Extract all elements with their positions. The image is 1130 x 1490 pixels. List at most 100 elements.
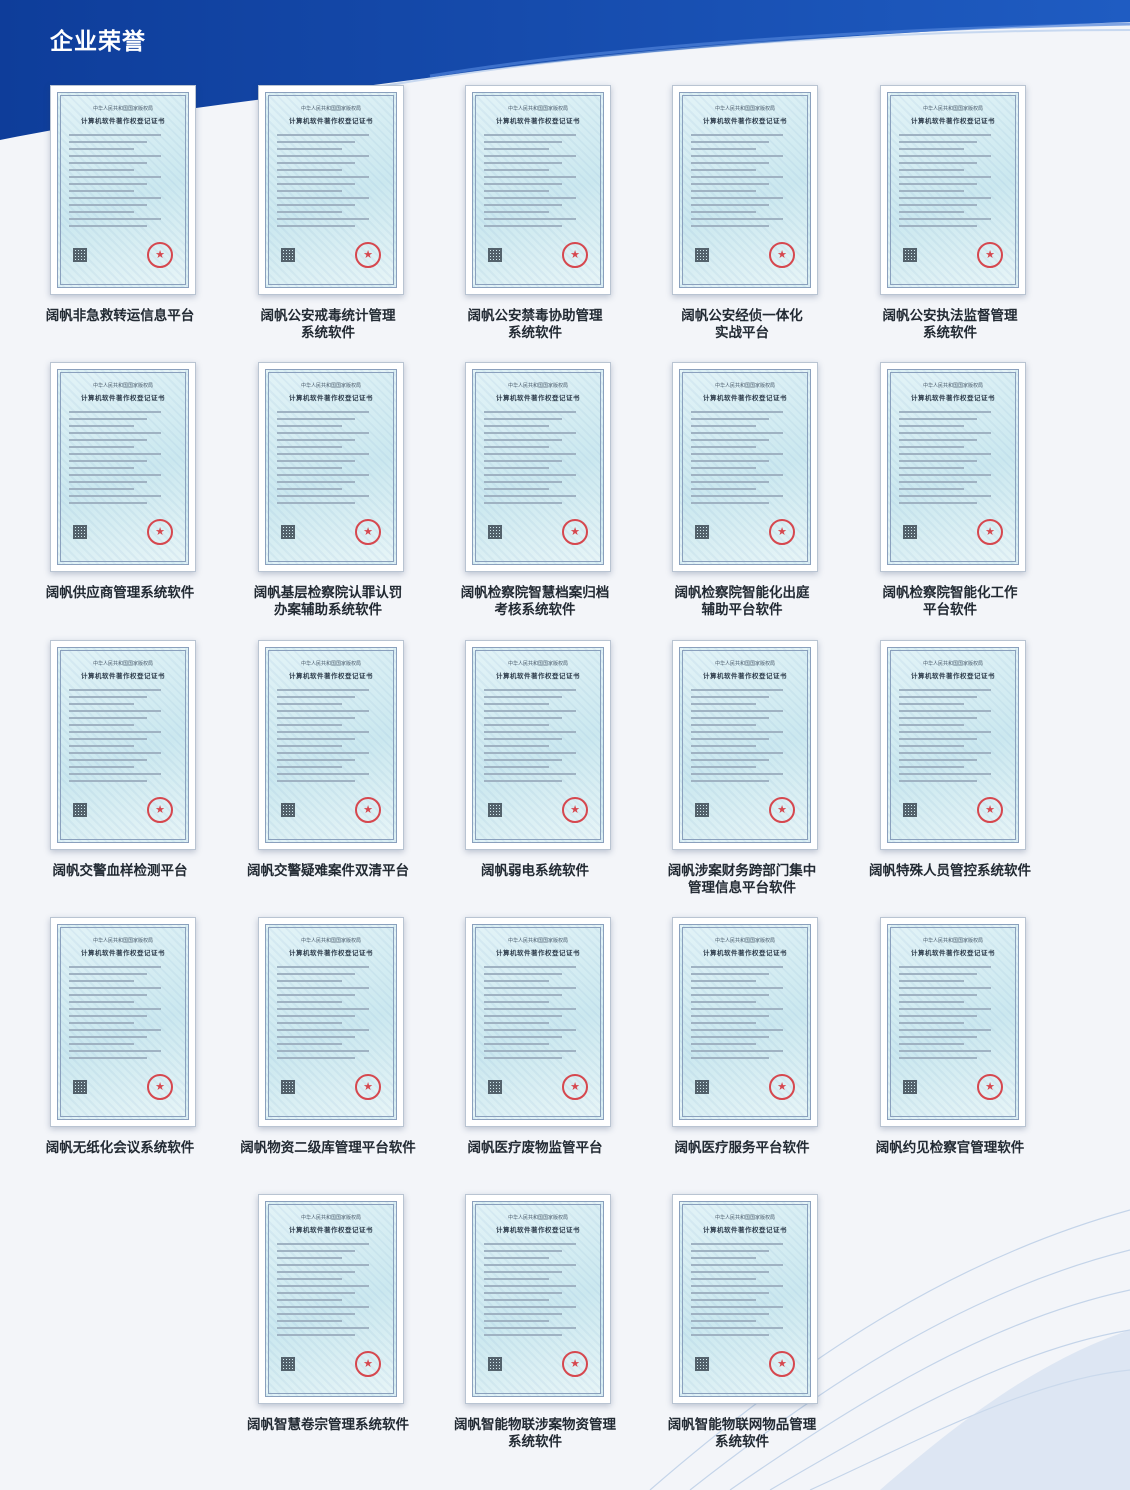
- certificate-frame: 中华人民共和国国家版权局 计算机软件著作权登记证书 ★: [265, 92, 397, 288]
- certificate-issuer: 中华人民共和国国家版权局: [92, 106, 153, 112]
- star-icon: ★: [769, 242, 795, 268]
- certificate-issuer: 中华人民共和国国家版权局: [714, 938, 775, 944]
- certificate-caption: 阔帆智能物联网物品管理 系统软件: [667, 1417, 817, 1450]
- certificate-caption: 阔帆基层检察院认罪认罚 办案辅助系统软件: [253, 585, 403, 618]
- qr-code-icon: [281, 1357, 295, 1371]
- qr-code-icon: [488, 248, 502, 262]
- certificate-caption: 阔帆无纸化会议系统软件: [45, 1140, 195, 1156]
- certificate-issuer: 中华人民共和国国家版权局: [922, 106, 983, 112]
- certificate-caption: 阔帆交警血样检测平台: [52, 863, 188, 879]
- certificate-frame: 中华人民共和国国家版权局计算机软件著作权登记证书 ★: [679, 647, 811, 843]
- qr-code-icon: [488, 1357, 502, 1371]
- certificate-frame: 中华人民共和国国家版权局 计算机软件著作权登记证书 ★: [472, 92, 604, 288]
- certificate-text-lines: [899, 689, 1007, 787]
- certificate-issuer: 中华人民共和国国家版权局: [300, 1215, 361, 1221]
- certificate-image: 中华人民共和国国家版权局计算机软件著作权登记证书 ★: [258, 917, 404, 1127]
- certificate-issuer: 中华人民共和国国家版权局: [92, 383, 153, 389]
- star-icon: ★: [769, 1074, 795, 1100]
- certificate-image: 中华人民共和国国家版权局 计算机软件著作权登记证书 ★: [880, 917, 1026, 1127]
- star-icon: ★: [355, 242, 381, 268]
- star-icon: ★: [977, 519, 1003, 545]
- certificate-title: 计算机软件著作权登记证书: [289, 949, 373, 957]
- certificate-frame: 中华人民共和国国家版权局 计算机软件著作权登记证书 ★: [57, 924, 189, 1120]
- qr-code-icon: [488, 803, 502, 817]
- qr-code-icon: [695, 803, 709, 817]
- certificate-frame: 中华人民共和国国家版权局 计算机软件著作权登记证书 ★: [887, 647, 1019, 843]
- certificate-text-lines: [277, 1243, 385, 1341]
- certificate-image: 中华人民共和国国家版权局 计算机软件著作权登记证书 ★: [50, 917, 196, 1127]
- star-icon: ★: [355, 1074, 381, 1100]
- qr-code-icon: [695, 1080, 709, 1094]
- certificate-caption: 阔帆检察院智能化工作 平台软件: [882, 585, 1018, 618]
- certificate-image: 中华人民共和国国家版权局 计算机软件著作权登记证书 ★: [672, 362, 818, 572]
- qr-code-icon: [73, 248, 87, 262]
- certificate-caption: 阔帆公安戒毒统计管理 系统软件: [260, 308, 396, 341]
- certificate-issuer: 中华人民共和国国家版权局: [922, 938, 983, 944]
- certificate-text-lines: [691, 134, 799, 232]
- certificate-image: 中华人民共和国国家版权局 计算机软件著作权登记证书 ★: [465, 640, 611, 850]
- qr-code-icon: [281, 803, 295, 817]
- certificate-image: 中华人民共和国国家版权局计算机软件著作权登记证书 ★: [672, 640, 818, 850]
- certificate-caption: 阔帆公安禁毒协助管理 系统软件: [467, 308, 603, 341]
- star-icon: ★: [147, 519, 173, 545]
- certificate-image: 中华人民共和国国家版权局计算机软件著作权登记证书 ★: [672, 917, 818, 1127]
- certificate-image: 中华人民共和国国家版权局 计算机软件著作权登记证书 ★: [880, 362, 1026, 572]
- certificate-image: 中华人民共和国国家版权局 计算机软件著作权登记证书 ★: [50, 640, 196, 850]
- certificate-title: 计算机软件著作权登记证书: [289, 1226, 373, 1234]
- certificate-issuer: 中华人民共和国国家版权局: [922, 661, 983, 667]
- certificate-caption: 阔帆医疗废物监管平台: [467, 1140, 603, 1156]
- certificate-image: 中华人民共和国国家版权局 计算机软件著作权登记证书 ★: [465, 1194, 611, 1404]
- certificate-title: 计算机软件著作权登记证书: [496, 117, 580, 125]
- certificate-image: 中华人民共和国国家版权局 计算机软件著作权登记证书 ★: [672, 1194, 818, 1404]
- certificate-grid: 中华人民共和国国家版权局 计算机软件著作权登记证书 ★ 阔帆非急救转运信息平台 中华人民…: [0, 0, 1130, 1490]
- certificate-text-lines: [69, 689, 177, 787]
- certificate-image: 中华人民共和国国家版权局计算机软件著作权登记证书 ★: [50, 362, 196, 572]
- certificate-image: 中华人民共和国国家版权局 计算机软件著作权登记证书 ★: [50, 85, 196, 295]
- star-icon: ★: [562, 797, 588, 823]
- star-icon: ★: [769, 797, 795, 823]
- certificate-caption: 阔帆供应商管理系统软件: [45, 585, 195, 601]
- certificate-issuer: 中华人民共和国国家版权局: [300, 938, 361, 944]
- star-icon: ★: [977, 1074, 1003, 1100]
- certificate-text-lines: [484, 689, 592, 787]
- certificate-caption: 阔帆弱电系统软件: [481, 863, 589, 879]
- certificate-issuer: 中华人民共和国国家版权局: [714, 661, 775, 667]
- certificate-image: 中华人民共和国国家版权局 计算机软件著作权登记证书 ★: [465, 362, 611, 572]
- certificate-image: 中华人民共和国国家版权局 计算机软件著作权登记证书 ★: [880, 640, 1026, 850]
- qr-code-icon: [695, 248, 709, 262]
- certificate-caption: 阔帆检察院智能化出庭 辅助平台软件: [674, 585, 810, 618]
- certificate-frame: 中华人民共和国国家版权局 计算机软件著作权登记证书 ★: [887, 369, 1019, 565]
- certificate-title: 计算机软件著作权登记证书: [81, 949, 165, 957]
- certificate-caption: 阔帆交警疑难案件双清平台: [247, 863, 409, 879]
- certificate-issuer: 中华人民共和国国家版权局: [92, 661, 153, 667]
- certificate-image: 中华人民共和国国家版权局 计算机软件著作权登记证书 ★: [258, 85, 404, 295]
- certificate-issuer: 中华人民共和国国家版权局: [714, 106, 775, 112]
- qr-code-icon: [73, 1080, 87, 1094]
- certificate-title: 计算机软件著作权登记证书: [703, 117, 787, 125]
- certificate-text-lines: [277, 411, 385, 509]
- certificate-text-lines: [484, 966, 592, 1064]
- certificate-frame: 中华人民共和国国家版权局 计算机软件著作权登记证书 ★: [472, 647, 604, 843]
- certificate-text-lines: [691, 411, 799, 509]
- certificate-title: 计算机软件著作权登记证书: [289, 672, 373, 680]
- certificate-title: 计算机软件著作权登记证书: [703, 949, 787, 957]
- certificate-title: 计算机软件著作权登记证书: [703, 672, 787, 680]
- qr-code-icon: [73, 525, 87, 539]
- certificate-frame: 中华人民共和国国家版权局 计算机软件著作权登记证书 ★: [265, 647, 397, 843]
- certificate-text-lines: [277, 134, 385, 232]
- qr-code-icon: [903, 803, 917, 817]
- certificate-caption: 阔帆公安执法监督管理 系统软件: [882, 308, 1018, 341]
- certificate-title: 计算机软件著作权登记证书: [81, 394, 165, 402]
- qr-code-icon: [903, 1080, 917, 1094]
- certificate-frame: 中华人民共和国国家版权局 计算机软件著作权登记证书 ★: [472, 924, 604, 1120]
- certificate-caption: 阔帆特殊人员管控系统软件: [869, 863, 1031, 879]
- certificate-issuer: 中华人民共和国国家版权局: [507, 661, 568, 667]
- certificate-title: 计算机软件著作权登记证书: [289, 117, 373, 125]
- certificate-image: 中华人民共和国国家版权局 计算机软件著作权登记证书 ★: [465, 85, 611, 295]
- certificate-frame: 中华人民共和国国家版权局计算机软件著作权登记证书 ★: [265, 924, 397, 1120]
- certificate-text-lines: [899, 411, 1007, 509]
- certificate-frame: 中华人民共和国国家版权局计算机软件著作权登记证书 ★: [57, 369, 189, 565]
- star-icon: ★: [147, 242, 173, 268]
- star-icon: ★: [977, 242, 1003, 268]
- star-icon: ★: [147, 797, 173, 823]
